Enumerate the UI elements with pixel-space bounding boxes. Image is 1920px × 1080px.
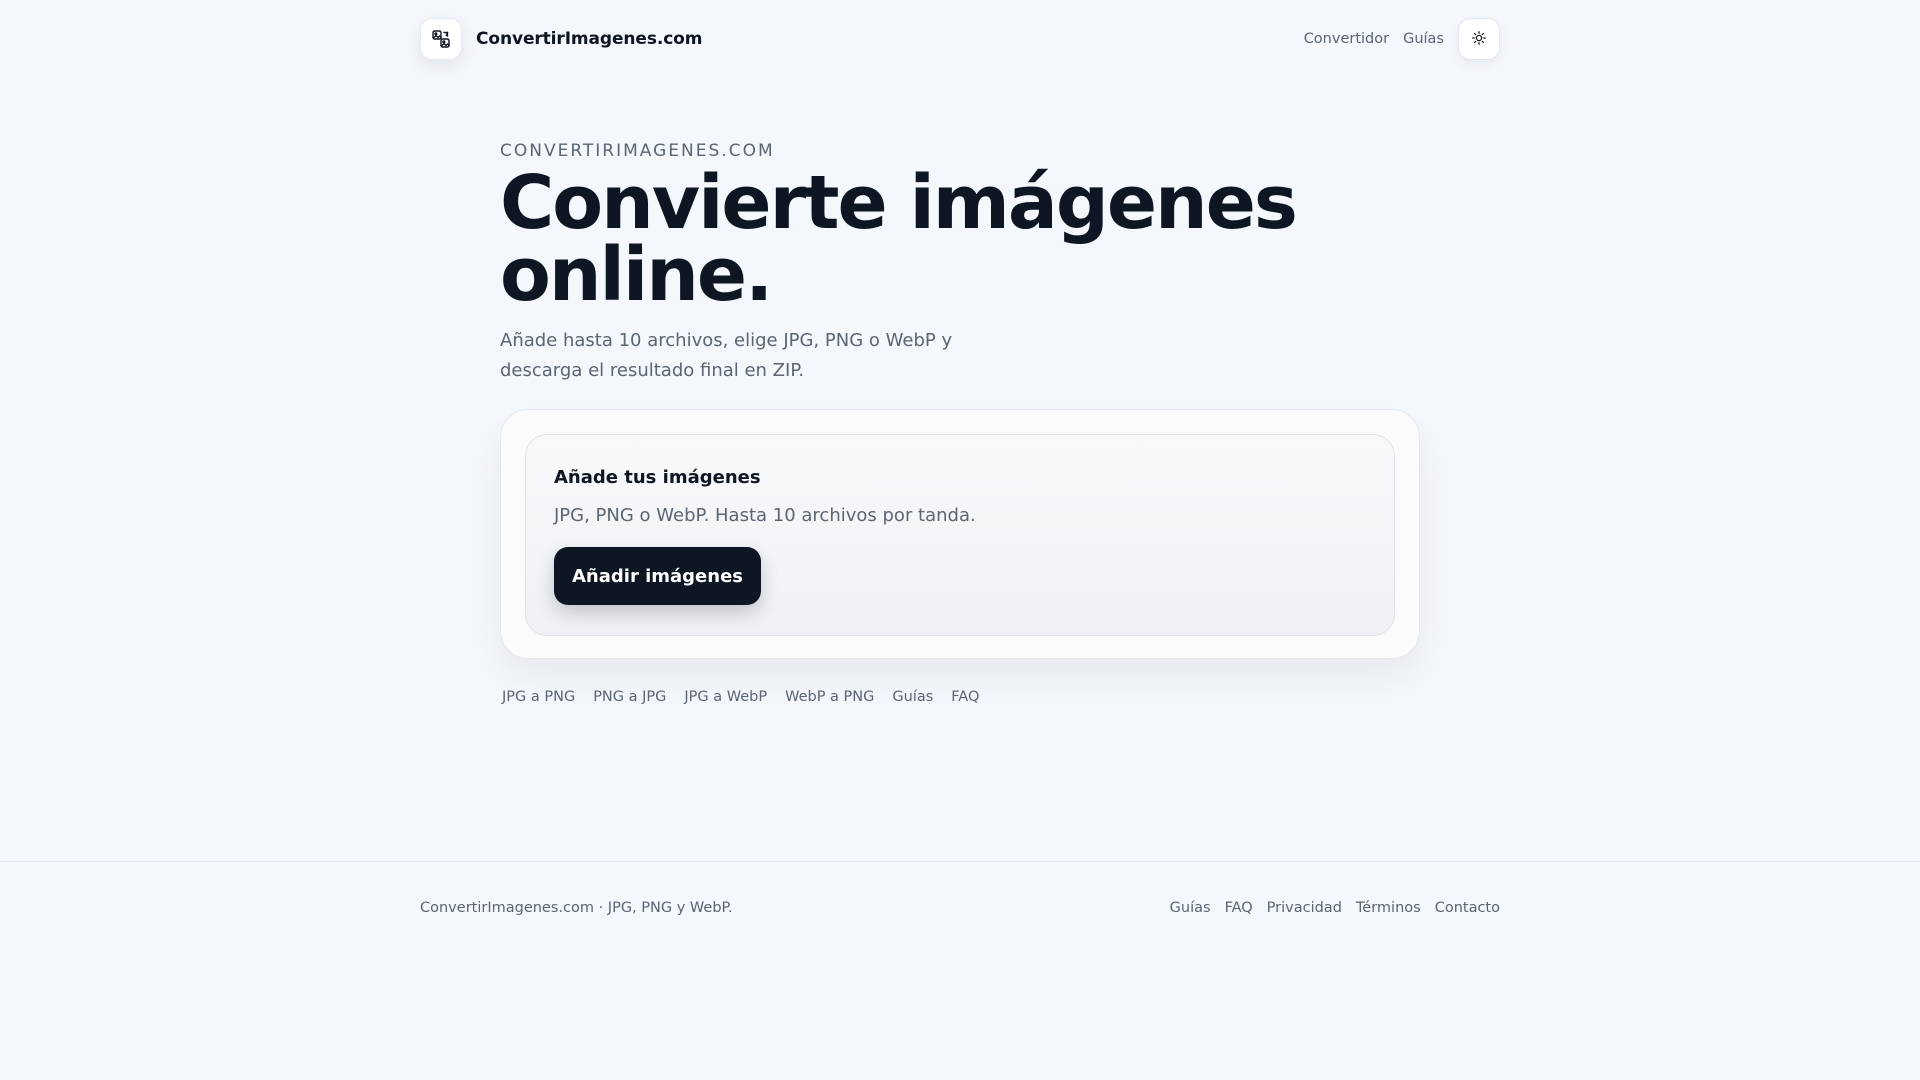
conversion-links: JPG a PNG PNG a JPG JPG a WebP WebP a PN… (502, 689, 979, 705)
link-guias[interactable]: Guías (892, 689, 933, 705)
footer-link-faq[interactable]: FAQ (1225, 900, 1253, 916)
footer-link-guias[interactable]: Guías (1170, 900, 1211, 916)
link-jpg-to-webp[interactable]: JPG a WebP (684, 689, 767, 705)
sun-icon (1472, 30, 1486, 48)
upload-subtitle: JPG, PNG o WebP. Hasta 10 archivos por t… (554, 505, 976, 526)
link-png-to-jpg[interactable]: PNG a JPG (593, 689, 666, 705)
hero-section: CONVERTIRIMAGENES.COM Convierte imágenes… (500, 140, 1420, 386)
upload-title: Añade tus imágenes (554, 467, 761, 488)
footer-divider (0, 861, 1920, 862)
footer-links: Guías FAQ Privacidad Términos Contacto (1170, 900, 1500, 916)
hero-subtitle: Añade hasta 10 archivos, elige JPG, PNG … (500, 330, 953, 381)
site-header: ConvertirImagenes.com Convertidor Guías (420, 18, 1500, 60)
hero-eyebrow: CONVERTIRIMAGENES.COM (500, 141, 775, 161)
footer-text: ConvertirImagenes.com · JPG, PNG y WebP. (420, 900, 733, 916)
footer-link-privacidad[interactable]: Privacidad (1267, 900, 1342, 916)
brand-link[interactable]: ConvertirImagenes.com (420, 18, 702, 60)
upload-dropzone[interactable]: Añade tus imágenes JPG, PNG o WebP. Hast… (525, 434, 1395, 636)
site-footer: ConvertirImagenes.com · JPG, PNG y WebP.… (420, 900, 1500, 916)
link-jpg-to-png[interactable]: JPG a PNG (502, 689, 575, 705)
link-faq[interactable]: FAQ (951, 689, 979, 705)
link-webp-to-png[interactable]: WebP a PNG (785, 689, 874, 705)
nav-link-convertidor[interactable]: Convertidor (1304, 31, 1389, 47)
footer-link-contacto[interactable]: Contacto (1435, 900, 1500, 916)
theme-toggle-button[interactable] (1458, 18, 1500, 60)
brand-name: ConvertirImagenes.com (476, 29, 703, 49)
image-convert-icon (420, 18, 462, 60)
footer-link-terminos[interactable]: Términos (1356, 900, 1421, 916)
top-nav: Convertidor Guías (1304, 18, 1500, 60)
nav-link-guias[interactable]: Guías (1403, 31, 1444, 47)
add-images-button[interactable]: Añadir imágenes (554, 547, 761, 605)
page-title: Convierte imágenes online. (500, 166, 1420, 312)
upload-card: Añade tus imágenes JPG, PNG o WebP. Hast… (500, 409, 1420, 659)
page-title-line-2: online. (500, 232, 773, 318)
